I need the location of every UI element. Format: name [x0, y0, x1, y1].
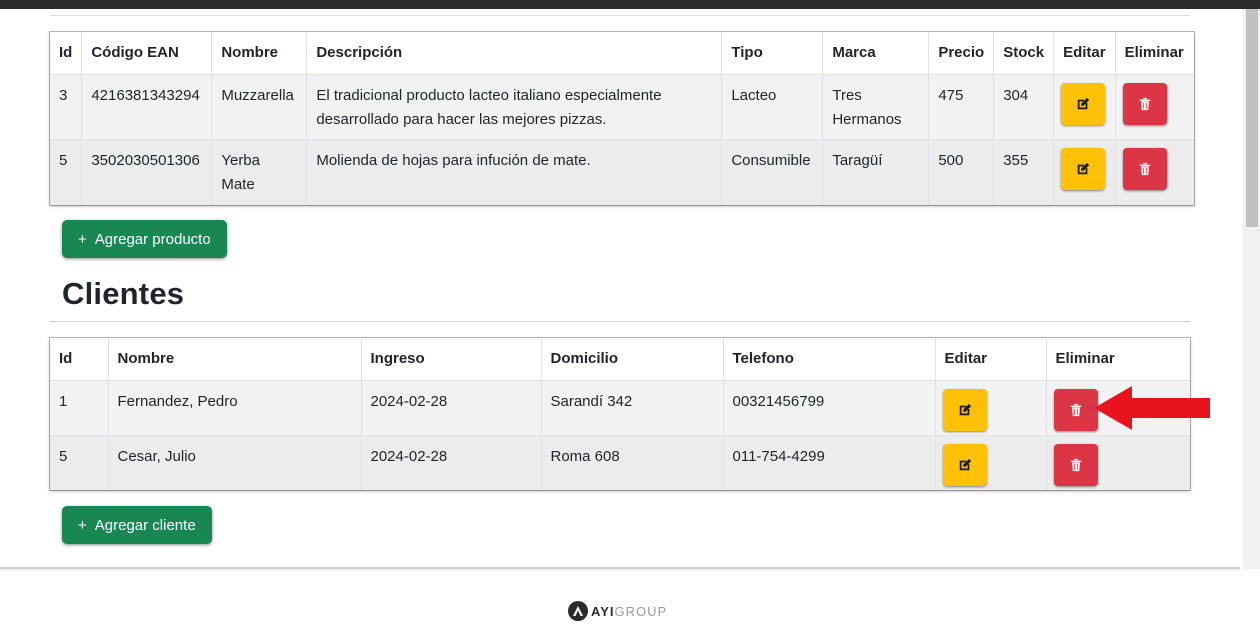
- add-product-button[interactable]: + Agregar producto: [62, 220, 227, 258]
- productos-table: Id Código EAN Nombre Descripción Tipo Ma…: [50, 32, 1195, 205]
- delete-button[interactable]: [1122, 147, 1167, 190]
- pencil-square-icon: [1077, 162, 1090, 174]
- col-header-ean: Código EAN: [81, 32, 212, 75]
- cell-tipo: Lacteo: [721, 74, 823, 140]
- clientes-header-row: Id Nombre Ingreso Domicilio Telefono Edi…: [50, 338, 1190, 381]
- trash-icon: [1139, 162, 1150, 175]
- cell-domicilio: Sarandí 342: [540, 380, 723, 436]
- col-header-editar: Editar: [1053, 32, 1116, 75]
- table-row: 5 Cesar, Julio 2024-02-28 Roma 608 011-7…: [50, 435, 1190, 490]
- col-header-descripcion: Descripción: [306, 32, 722, 75]
- cell-editar: [934, 435, 1046, 490]
- cell-ean: 3502030501306: [81, 139, 212, 205]
- table-row: 1 Fernandez, Pedro 2024-02-28 Sarandí 34…: [50, 380, 1190, 436]
- plus-icon: +: [78, 230, 87, 248]
- productos-table-wrapper: Id Código EAN Nombre Descripción Tipo Ma…: [50, 32, 1195, 205]
- table-row: 3 4216381343294 Muzzarella El tradiciona…: [50, 74, 1195, 140]
- cell-ingreso: 2024-02-28: [360, 380, 541, 436]
- footer-logo: AYI GROUP: [568, 601, 667, 621]
- add-client-label: Agregar cliente: [94, 516, 196, 534]
- add-client-button[interactable]: + Agregar cliente: [62, 506, 212, 544]
- edit-button[interactable]: [942, 388, 987, 431]
- cell-editar: [1053, 139, 1116, 205]
- cell-precio: 500: [928, 139, 994, 205]
- cell-tipo: Consumible: [721, 139, 823, 205]
- cell-marca: Tres Hermanos: [822, 74, 929, 140]
- cell-eliminar: [1114, 139, 1195, 205]
- cell-eliminar: [1045, 435, 1190, 490]
- cell-telefono: 00321456799: [722, 380, 935, 436]
- scrollbar-thumb[interactable]: [1246, 9, 1258, 227]
- red-arrow-icon: [1094, 386, 1210, 430]
- col-header-id: Id: [50, 338, 108, 381]
- col-header-eliminar: Eliminar: [1114, 32, 1195, 75]
- productos-header-row: Id Código EAN Nombre Descripción Tipo Ma…: [50, 32, 1195, 75]
- cell-eliminar: [1114, 74, 1195, 140]
- logo-text-main: AYI: [591, 603, 615, 619]
- cell-editar: [934, 380, 1046, 436]
- cell-ingreso: 2024-02-28: [360, 435, 541, 490]
- cell-nombre: Muzzarella: [211, 74, 307, 140]
- cell-id: 3: [50, 74, 82, 140]
- col-header-precio: Precio: [928, 32, 994, 75]
- trash-icon: [1139, 97, 1150, 110]
- cell-editar: [1053, 74, 1116, 140]
- section-title-clientes: Clientes: [62, 276, 185, 311]
- cell-nombre: Fernandez, Pedro: [107, 380, 361, 436]
- col-header-stock: Stock: [993, 32, 1054, 75]
- cell-marca: Taragüí: [822, 139, 929, 205]
- pencil-square-icon: [959, 403, 971, 415]
- cell-descripcion: El tradicional producto lacteo italiano …: [306, 74, 722, 140]
- cell-telefono: 011-754-4299: [722, 435, 935, 490]
- divider-clientes: [50, 321, 1190, 322]
- cell-ean: 4216381343294: [81, 74, 212, 140]
- cell-nombre: Cesar, Julio: [107, 435, 361, 490]
- ayi-logo-icon: [568, 601, 588, 621]
- delete-button[interactable]: [1053, 443, 1098, 486]
- col-header-nombre: Nombre: [107, 338, 361, 381]
- add-product-label: Agregar producto: [94, 230, 211, 248]
- edit-button[interactable]: [1061, 147, 1106, 190]
- cell-stock: 304: [993, 74, 1054, 140]
- logo-text-sub: GROUP: [614, 603, 668, 619]
- cell-precio: 475: [928, 74, 994, 140]
- divider-top: [50, 15, 1190, 16]
- cell-nombre: Yerba Mate: [211, 139, 307, 205]
- trash-icon: [1070, 403, 1081, 416]
- delete-button[interactable]: [1122, 82, 1167, 125]
- table-row: 5 3502030501306 Yerba Mate Molienda de h…: [50, 139, 1195, 205]
- cell-id: 1: [50, 380, 108, 436]
- footer-divider: [0, 567, 1240, 569]
- clientes-table: Id Nombre Ingreso Domicilio Telefono Edi…: [50, 338, 1190, 490]
- col-header-nombre: Nombre: [211, 32, 307, 75]
- col-header-eliminar: Eliminar: [1045, 338, 1190, 381]
- cell-domicilio: Roma 608: [540, 435, 723, 490]
- cell-id: 5: [59, 447, 68, 465]
- edit-button[interactable]: [1061, 82, 1106, 125]
- cell-descripcion: Molienda de hojas para infución de mate.: [306, 139, 722, 205]
- clientes-table-wrapper: Id Nombre Ingreso Domicilio Telefono Edi…: [50, 338, 1190, 490]
- pencil-square-icon: [959, 458, 971, 470]
- col-header-telefono: Telefono: [722, 338, 935, 381]
- pencil-square-icon: [1077, 97, 1090, 109]
- browser-top-bar: [0, 0, 1260, 9]
- trash-icon: [1070, 458, 1081, 471]
- plus-icon: +: [78, 516, 87, 534]
- col-header-id: Id: [50, 32, 82, 75]
- cell-stock: 355: [993, 139, 1054, 205]
- col-header-editar: Editar: [934, 338, 1046, 381]
- col-header-ingreso: Ingreso: [360, 338, 541, 381]
- delete-button[interactable]: [1053, 388, 1098, 431]
- edit-button[interactable]: [942, 443, 987, 486]
- cell-id: 5: [59, 151, 68, 169]
- col-header-marca: Marca: [822, 32, 929, 75]
- col-header-domicilio: Domicilio: [540, 338, 723, 381]
- col-header-tipo: Tipo: [721, 32, 823, 75]
